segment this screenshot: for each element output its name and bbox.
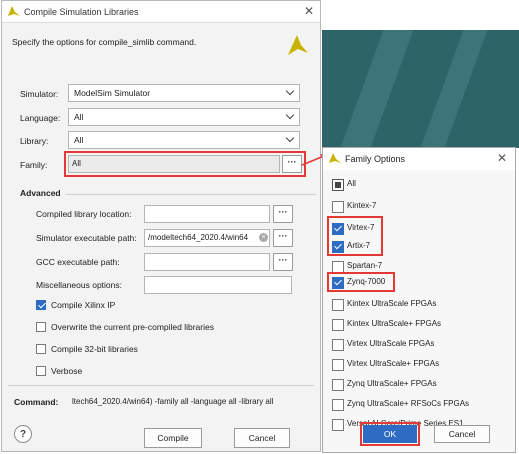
- checkbox[interactable]: [332, 379, 344, 391]
- family-item-virtex-usp[interactable]: Virtex UltraScale+ FPGAs: [332, 358, 512, 372]
- checkbox[interactable]: [332, 419, 344, 431]
- sim-exe-label: Simulator executable path:: [36, 233, 137, 243]
- option-label: Verbose: [51, 366, 83, 376]
- chevron-down-icon: [285, 110, 295, 120]
- advanced-heading: Advanced: [20, 188, 61, 198]
- sim-exe-input[interactable]: /modeltech64_2020.4/win64: [144, 229, 270, 247]
- checkbox[interactable]: [332, 299, 344, 311]
- checkbox[interactable]: [36, 344, 46, 354]
- dialog-title: Compile Simulation Libraries: [24, 7, 139, 17]
- gcc-input[interactable]: [144, 253, 270, 271]
- gcc-browse-button[interactable]: ···: [273, 253, 293, 271]
- divider: [8, 385, 314, 386]
- item-label: Spartan-7: [347, 261, 383, 270]
- family-browse-button[interactable]: ···: [282, 155, 302, 173]
- family-field: All: [68, 155, 280, 173]
- family-item-virtex-us[interactable]: Virtex UltraScale FPGAs: [332, 338, 512, 352]
- item-label: Kintex UltraScale+ FPGAs: [347, 319, 442, 328]
- item-label: Artix-7: [347, 241, 371, 250]
- command-label: Command:: [14, 397, 59, 407]
- item-label: Virtex UltraScale FPGAs: [347, 339, 435, 348]
- family-options-dialog: Family Options ✕ All Kintex-7 Virtex-7 A…: [322, 147, 516, 453]
- checkbox[interactable]: [332, 277, 344, 289]
- compile-button[interactable]: Compile: [144, 428, 202, 448]
- family-item-virtex7[interactable]: Virtex-7: [332, 222, 512, 236]
- dialog-description: Specify the options for compile_simlib c…: [12, 37, 197, 47]
- ok-button[interactable]: OK: [363, 425, 417, 443]
- option-32bit[interactable]: Compile 32-bit libraries: [36, 343, 306, 359]
- simulator-value: ModelSim Simulator: [74, 88, 151, 98]
- family-item-all[interactable]: All: [332, 178, 512, 192]
- item-label: Kintex UltraScale FPGAs: [347, 299, 437, 308]
- family-dialog-titlebar: Family Options ✕: [323, 148, 515, 170]
- help-button[interactable]: ?: [14, 425, 32, 443]
- checkbox[interactable]: [332, 399, 344, 411]
- family-item-kintex-us[interactable]: Kintex UltraScale FPGAs: [332, 298, 512, 312]
- command-value: ltech64_2020.4/win64) -family all -langu…: [72, 397, 274, 406]
- sim-exe-value: /modeltech64_2020.4/win64: [148, 233, 249, 242]
- family-item-zynq-rfsoc[interactable]: Zynq UltraScale+ RFSoCs FPGAs: [332, 398, 512, 412]
- misc-label: Miscellaneous options:: [36, 280, 122, 290]
- compiled-lib-label: Compiled library location:: [36, 209, 132, 219]
- item-label: Zynq UltraScale+ FPGAs: [347, 379, 437, 388]
- library-select[interactable]: All: [68, 131, 300, 149]
- divider: [66, 194, 316, 195]
- family-dialog-title: Family Options: [345, 154, 406, 164]
- checkbox[interactable]: [36, 322, 46, 332]
- checkbox[interactable]: [332, 179, 344, 191]
- compiled-lib-browse-button[interactable]: ···: [273, 205, 293, 223]
- sim-exe-browse-button[interactable]: ···: [273, 229, 293, 247]
- checkbox[interactable]: [36, 366, 46, 376]
- family-value: All: [72, 159, 81, 168]
- option-label: Compile Xilinx IP: [51, 300, 116, 310]
- item-label: Kintex-7: [347, 201, 377, 210]
- vivado-logo-icon: [8, 6, 20, 16]
- close-icon[interactable]: ✕: [497, 152, 507, 164]
- language-select[interactable]: All: [68, 108, 300, 126]
- option-verbose[interactable]: Verbose: [36, 365, 306, 381]
- cancel-button[interactable]: Cancel: [234, 428, 290, 448]
- simulator-label: Simulator:: [20, 89, 59, 99]
- dialog-titlebar: Compile Simulation Libraries ✕: [2, 1, 320, 23]
- vivado-logo-icon: [288, 35, 308, 55]
- item-label: Zynq UltraScale+ RFSoCs FPGAs: [347, 399, 470, 408]
- chevron-down-icon: [285, 86, 295, 96]
- option-label: Compile 32-bit libraries: [51, 344, 138, 354]
- close-icon[interactable]: ✕: [304, 5, 314, 17]
- checkbox[interactable]: [332, 359, 344, 371]
- language-label: Language:: [20, 113, 61, 123]
- family-item-kintex7[interactable]: Kintex-7: [332, 200, 512, 214]
- checkbox[interactable]: [36, 300, 46, 310]
- simulator-select[interactable]: ModelSim Simulator: [68, 84, 300, 102]
- option-compile-ip[interactable]: Compile Xilinx IP: [36, 299, 306, 315]
- checkbox[interactable]: [332, 241, 344, 253]
- language-value: All: [74, 112, 84, 122]
- chevron-down-icon: [285, 133, 295, 143]
- misc-input[interactable]: [144, 276, 292, 294]
- gcc-label: GCC executable path:: [36, 257, 120, 267]
- vivado-logo-icon: [329, 153, 341, 163]
- family-item-kintex-usp[interactable]: Kintex UltraScale+ FPGAs: [332, 318, 512, 332]
- compile-simulation-dialog: Compile Simulation Libraries ✕ Specify t…: [1, 0, 321, 452]
- option-label: Overwrite the current pre-compiled libra…: [51, 322, 214, 332]
- family-cancel-button[interactable]: Cancel: [434, 425, 490, 443]
- item-label: Virtex-7: [347, 223, 375, 232]
- family-item-zynq7000[interactable]: Zynq-7000: [332, 276, 512, 290]
- compiled-lib-input[interactable]: [144, 205, 270, 223]
- checkbox[interactable]: [332, 339, 344, 351]
- checkbox[interactable]: [332, 201, 344, 213]
- background-window: [322, 30, 519, 148]
- option-overwrite[interactable]: Overwrite the current pre-compiled libra…: [36, 321, 306, 337]
- family-label: Family:: [20, 160, 48, 170]
- clear-icon[interactable]: ×: [259, 233, 268, 242]
- checkbox[interactable]: [332, 319, 344, 331]
- family-item-artix7[interactable]: Artix-7: [332, 240, 512, 254]
- family-item-zynq-usp[interactable]: Zynq UltraScale+ FPGAs: [332, 378, 512, 392]
- item-label: All: [347, 179, 356, 188]
- item-label: Zynq-7000: [347, 277, 386, 286]
- checkbox[interactable]: [332, 223, 344, 235]
- library-value: All: [74, 135, 84, 145]
- item-label: Virtex UltraScale+ FPGAs: [347, 359, 440, 368]
- library-label: Library:: [20, 136, 49, 146]
